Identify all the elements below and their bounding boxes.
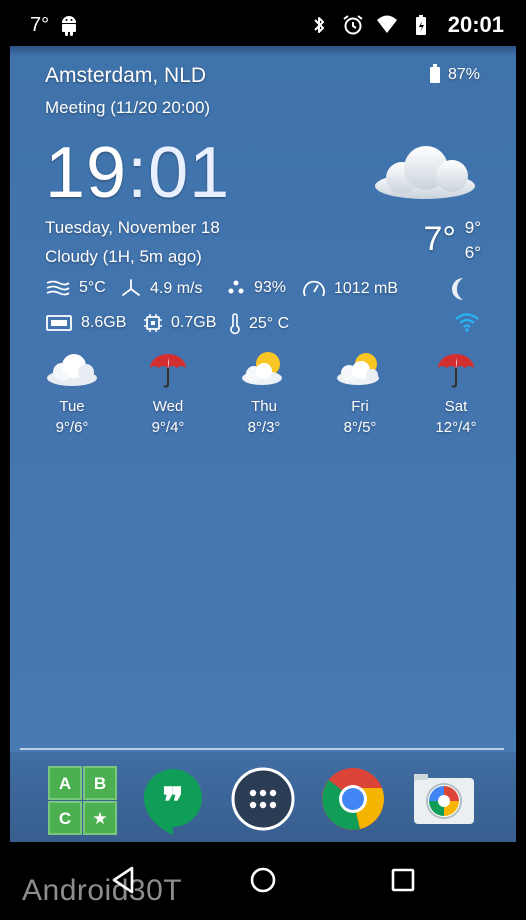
forecast-day[interactable]: Wed 9°/4° [120, 348, 216, 436]
condition-label[interactable]: Cloudy (1H, 5m ago) [45, 247, 202, 267]
cpu-temp-metric: 25° C [229, 313, 289, 335]
status-temperature: 7° [30, 14, 50, 36]
humidity-metric: 93% [226, 278, 286, 298]
camera-app-icon[interactable] [410, 766, 476, 832]
forecast-day[interactable]: Thu 8°/3° [216, 348, 312, 436]
pressure-metric: 1012 mB [302, 278, 398, 300]
wind-lines-icon [46, 280, 70, 296]
wifi-icon [376, 15, 397, 33]
hangouts-app-icon[interactable]: ❞ [140, 766, 206, 835]
widget-clock[interactable]: 19:01 [45, 132, 230, 214]
forecast-day[interactable]: Tue 9°/6° [24, 348, 120, 436]
battery-status: 87% [429, 64, 480, 84]
camera-icon [414, 774, 474, 824]
forecast-day[interactable]: Fri 8°/5° [312, 348, 408, 436]
battery-icon [415, 15, 426, 35]
tile-star: ★ [92, 809, 107, 829]
forecast-day-name: Wed [152, 398, 184, 415]
umbrella-icon [438, 354, 474, 388]
hangouts-quote: ❞ [162, 779, 184, 826]
forecast-day-name: Tue [59, 398, 85, 415]
forecast-day-name: Sat [444, 398, 468, 415]
app-drawer-icon [231, 767, 295, 831]
app-drawer-button[interactable] [230, 766, 296, 832]
partly-sunny-icon [242, 352, 282, 385]
clock-hours: 19 [45, 133, 128, 213]
pressure-value: 1012 mB [334, 280, 399, 297]
gauge-icon [303, 280, 325, 297]
chrome-app-icon[interactable] [320, 766, 386, 832]
battery-percent: 87% [447, 66, 480, 83]
recents-icon[interactable] [383, 860, 423, 900]
cloud-icon[interactable] [370, 142, 480, 202]
forecast-day[interactable]: Sat 12°/4° [408, 348, 504, 436]
low-temperature: 6° [464, 243, 481, 262]
humidity-icon [228, 280, 244, 294]
current-temperature: 7° [423, 220, 456, 258]
feels-like-value: 5°C [79, 279, 106, 296]
hangouts-icon: ❞ [143, 768, 202, 835]
forecast-temps: 8°/5° [343, 419, 377, 436]
watermark: Android30T [22, 874, 183, 907]
calendar-event[interactable]: Meeting (11/20 20:00) [45, 98, 210, 118]
umbrella-icon [150, 354, 186, 388]
thermometer-icon [230, 313, 240, 335]
high-temperature: 9° [464, 218, 481, 237]
forecast-row[interactable]: Tue 9°/6° Wed 9°/4° Thu 8°/3° Fri 8°/5° … [24, 348, 504, 436]
home-screen: Amsterdam, NLD Meeting (11/20 20:00) 87%… [10, 46, 516, 842]
chrome-icon [322, 768, 384, 830]
storage-value: 0.7GB [171, 314, 217, 331]
forecast-temps: 8°/3° [247, 419, 281, 436]
wifi-signal-icon [455, 313, 479, 332]
dock-divider [20, 748, 504, 750]
date-label[interactable]: Tuesday, November 18 [45, 218, 220, 238]
android-icon [62, 16, 76, 36]
abc-app-icon[interactable]: A B C ★ [48, 766, 117, 835]
tile-b: B [94, 774, 106, 793]
home-icon[interactable] [243, 860, 283, 900]
memory-value: 8.6GB [81, 314, 127, 331]
clock-minutes: :01 [127, 133, 231, 213]
chip-icon [144, 314, 162, 332]
wind-value: 4.9 m/s [150, 280, 203, 297]
top-shade [10, 46, 516, 56]
wind-turbine-icon [122, 279, 140, 296]
memory-metric: 8.6GB [45, 313, 126, 333]
status-bar: 7° 20:01 [0, 0, 526, 46]
humidity-value: 93% [254, 279, 287, 296]
location-label[interactable]: Amsterdam, NLD [45, 64, 206, 88]
feels-like-metric: 5°C [45, 278, 106, 298]
forecast-temps: 9°/6° [55, 419, 89, 436]
wind-metric: 4.9 m/s [120, 278, 202, 300]
bluetooth-icon [314, 17, 324, 33]
cloud-icon [47, 354, 97, 386]
forecast-day-name: Thu [251, 398, 277, 415]
tile-a: A [59, 774, 71, 793]
battery-level-icon [429, 64, 440, 83]
cpu-temp-value: 25° C [249, 315, 290, 332]
alarm-icon [343, 15, 363, 35]
partly-sunny-icon [337, 353, 379, 385]
forecast-temps: 12°/4° [435, 419, 477, 436]
forecast-temps: 9°/4° [151, 419, 185, 436]
status-time: 20:01 [447, 12, 504, 37]
memory-icon [46, 315, 72, 331]
moon-icon [452, 278, 463, 300]
tile-c: C [59, 809, 71, 828]
storage-metric: 0.7GB [143, 313, 216, 333]
abc-tiles-icon: A B C ★ [48, 766, 117, 835]
forecast-day-name: Fri [351, 398, 369, 415]
